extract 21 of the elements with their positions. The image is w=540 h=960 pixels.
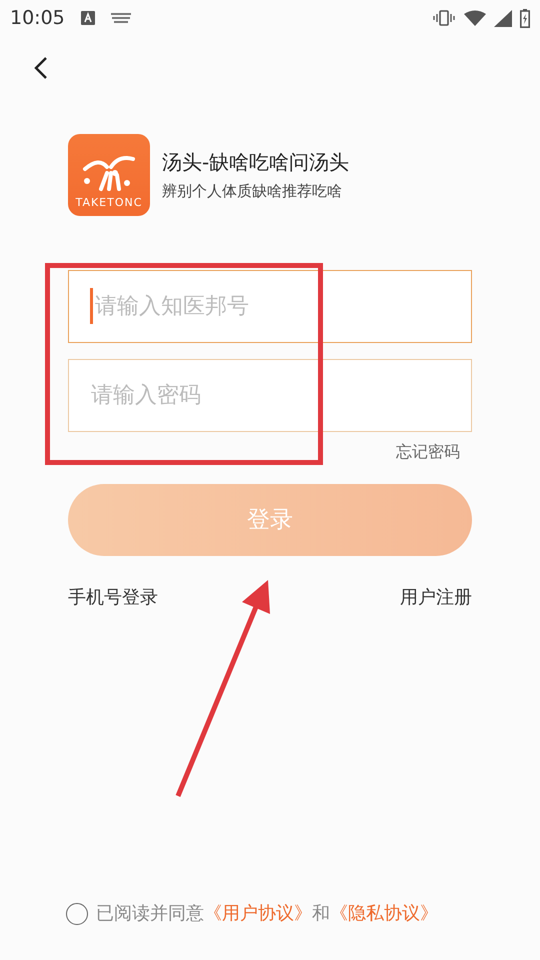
agreement-link[interactable]: 《用户协议》 xyxy=(204,900,312,927)
app-title: 汤头-缺啥吃啥问汤头 xyxy=(162,148,350,176)
phone-login-link[interactable]: 手机号登录 xyxy=(68,584,158,611)
vibrate-icon xyxy=(432,10,456,26)
input-field[interactable]: 请输入知医邦号 xyxy=(68,270,472,343)
agreement-text: 和 xyxy=(312,902,330,926)
app-subtitle: 辨别个人体质缺啥推荐吃啥 xyxy=(162,180,343,202)
agree-radio[interactable] xyxy=(66,902,88,924)
logo-text: TAKETONC xyxy=(76,197,142,208)
status-time: 10:05 xyxy=(10,6,65,31)
keyboard-app-icon xyxy=(80,11,95,25)
back-icon xyxy=(34,56,48,80)
signal-icon xyxy=(494,10,512,26)
forgot-password-link[interactable]: 忘记密码 xyxy=(396,440,460,464)
wifi-icon xyxy=(464,10,486,26)
agreement-link[interactable]: 《隐私协议》 xyxy=(330,900,438,927)
register-link[interactable]: 用户注册 xyxy=(400,584,472,611)
input-field[interactable]: 请输入密码 xyxy=(68,359,472,432)
battery-icon xyxy=(520,8,530,28)
agreement-text: 已阅读并同意 xyxy=(96,902,204,926)
text-cursor xyxy=(90,288,93,324)
